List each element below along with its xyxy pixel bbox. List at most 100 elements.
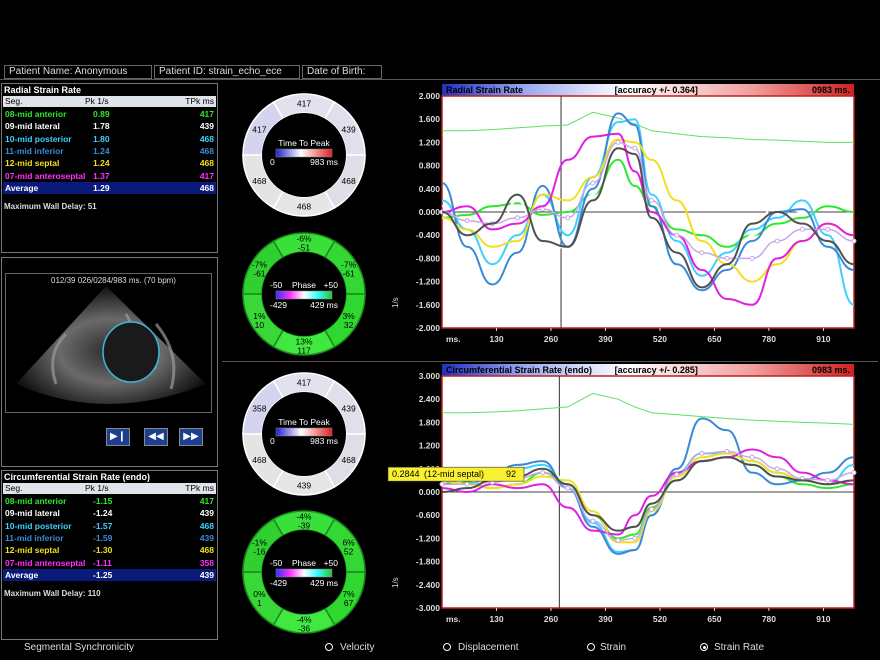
radial-table-panel: Radial Strain Rate Seg. Pk 1/s TPk ms 08… [1,83,218,253]
max-wall-delay: Maximum Wall Delay: 110 [4,589,101,598]
circ-table-title: Circumferential Strain Rate (endo) [4,472,151,482]
ring-color-scale [275,148,333,158]
avg-marker [774,238,780,244]
avg-marker [439,481,445,487]
x-tick-label: 780 [762,614,776,624]
table-row[interactable]: 12-mid septal -1.30 468 [3,544,216,556]
ring-segment-value: 468 [252,176,266,186]
radio-strain-rate[interactable] [700,643,708,651]
radio-label[interactable]: Strain Rate [714,642,764,653]
avg-marker [514,215,520,221]
table-row[interactable]: 08-mid anterior 0.89 417 [3,108,216,120]
radio-strain[interactable] [587,643,595,651]
table-row[interactable]: 07-mid anteroseptal -1.11 358 [3,557,216,569]
ring-segment-value: -36 [298,624,311,634]
table-row[interactable]: 09-mid lateral 1.78 439 [3,120,216,132]
echo-frame-info: 012/39 026/0284/983 ms. (70 bpm) [51,276,176,285]
forward-button[interactable]: ▶▶ [179,428,203,446]
table-row[interactable]: 09-mid lateral -1.24 439 [3,507,216,519]
row-tpk: 358 [199,557,214,568]
ring-segment-value: 439 [342,124,356,134]
circ-phase-ring[interactable]: -4%-396%527%67-4%-360%1-1%-16-50 Phase +50… [242,510,366,634]
circ-strain-rate-plot[interactable]: 3.0002.4001.8001.2000.6000.000-0.600-1.2… [384,364,876,626]
plot-accuracy: [accuracy +/- 0.285] [615,365,698,375]
segmental-synchronicity-label: Segmental Synchronicity [24,642,135,653]
ring-label: Phase [292,558,316,568]
radial-time-to-peak-ring[interactable]: 417 439 468 468 468 417 Time To Peak0 983 ms [242,93,366,217]
x-tick-label: 520 [653,334,667,344]
plot-title: Radial Strain Rate [446,85,523,95]
play-pause-button[interactable]: ▶❙ [106,428,130,446]
row-tpk: 468 [199,133,214,144]
table-row[interactable]: 07-mid anteroseptal 1.37 417 [3,170,216,182]
ring-segment-value: -51 [298,243,311,253]
table-row-average[interactable]: Average -1.25 439 [3,569,216,581]
row-tpk: 468 [199,145,214,156]
x-tick-label: 260 [544,334,558,344]
circ-table-header: Seg. Pk 1/s TPk ms [3,483,216,494]
circ-time-to-peak-ring[interactable]: 417 439 468 439 468 358 Time To Peak0 983 ms [242,372,366,496]
avg-marker [724,255,730,261]
row-pk: -1.15 [93,496,113,506]
x-tick-label: 780 [762,334,776,344]
ring-segment-value: 417 [297,378,311,388]
ring-segment-value: 32 [344,320,354,330]
radial-phase-ring[interactable]: -6%-51-7%-613%3213%1171%10-7%-61-50 Phase… [242,232,366,356]
plot-time: 0983 ms. [812,365,850,375]
radio-label[interactable]: Velocity [340,642,374,653]
table-row[interactable]: 12-mid septal 1.24 468 [3,157,216,169]
row-seg: 11-mid inferior [5,532,64,543]
header-pk: Pk 1/s [85,483,109,493]
row-pk: 1.80 [93,133,110,144]
radio-label[interactable]: Displacement [458,642,519,653]
row-tpk: 417 [199,496,214,506]
y-tick-label: -0.400 [416,230,440,240]
plot-time: 0983 ms. [812,85,850,95]
table-row[interactable]: 10-mid posterior -1.57 468 [3,520,216,532]
avg-marker [749,454,755,460]
avg-marker [540,206,546,212]
radio-displacement[interactable] [443,643,451,651]
avg-marker [649,506,655,512]
ring-scale-pos: +50 [324,280,339,290]
row-seg: Average [5,570,39,580]
patient-bar: Patient Name: Anonymous Patient ID: stra… [0,64,880,80]
table-row[interactable]: 11-mid inferior 1.24 468 [3,145,216,157]
echo-viewport[interactable]: 012/39 026/0284/983 ms. (70 bpm) [5,273,212,413]
avg-marker [825,477,831,483]
ring-segment-value: 67 [344,598,354,608]
table-row[interactable]: 11-mid inferior -1.59 439 [3,532,216,544]
x-tick-label: 910 [816,334,830,344]
radio-velocity[interactable] [325,643,333,651]
y-tick-label: -1.200 [416,533,440,543]
radio-label[interactable]: Strain [600,642,626,653]
rewind-button[interactable]: ◀◀ [144,428,168,446]
row-pk: -1.25 [93,570,113,580]
table-row[interactable]: 10-mid posterior 1.80 468 [3,133,216,145]
table-row[interactable]: 08-mid anterior -1.15 417 [3,495,216,507]
table-row-average[interactable]: Average 1.29 468 [3,182,216,194]
ring-color-scale [275,568,333,578]
row-seg: 11-mid inferior [5,145,64,156]
ring-scale-max: 983 ms [310,436,338,446]
radial-strain-rate-plot[interactable]: 2.000 1.600 1.200 0.800 0.400 0.000 -0.400 -0.8… [384,84,876,346]
x-tick-label: ms. [446,614,461,624]
endocardial-contour [102,321,160,383]
y-tick-label: 0.800 [419,161,441,171]
row-pk: -1.24 [93,508,113,519]
ring-segment-value: 52 [344,546,354,556]
row-seg: 09-mid lateral [5,121,60,132]
ring-scale-min: 0 [270,436,275,446]
header-seg: Seg. [5,483,23,493]
patient-id: Patient ID: strain_echo_ece [154,65,300,79]
ring-segment-value: -39 [298,521,311,531]
x-tick-label: 520 [653,614,667,624]
x-tick-label: 260 [544,614,558,624]
y-axis-label: 1/s [391,577,400,588]
radial-table-title: Radial Strain Rate [4,85,82,95]
ring-scale-right: 429 ms [310,300,338,310]
avg-marker [851,238,857,244]
row-seg: 08-mid anterior [5,496,67,506]
row-tpk: 439 [199,570,214,580]
y-tick-label: 0.000 [419,207,441,217]
